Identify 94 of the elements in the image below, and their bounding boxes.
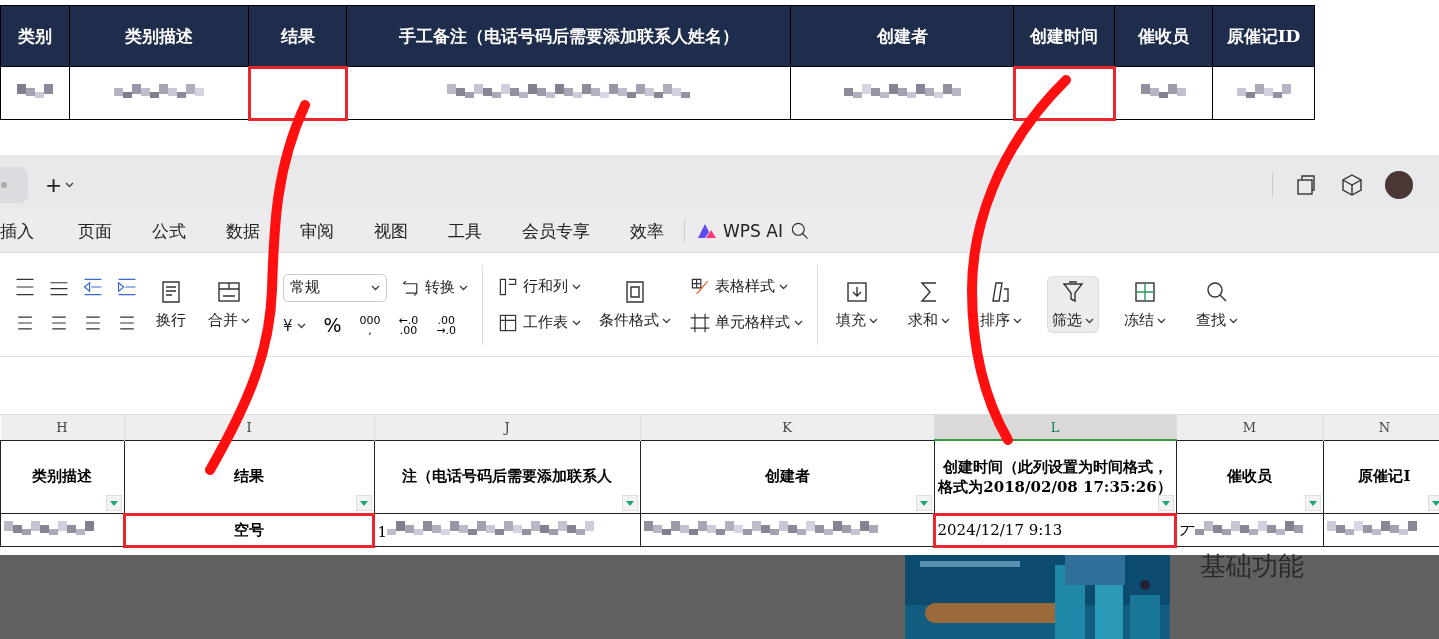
menu-tab[interactable]: 工具 bbox=[448, 219, 482, 243]
caret-icon bbox=[794, 319, 803, 326]
caret-icon bbox=[941, 317, 950, 324]
ai-label[interactable]: WPS AI bbox=[723, 221, 783, 241]
column-header: 创建者 bbox=[790, 5, 1014, 67]
column-letter[interactable]: I bbox=[124, 415, 374, 440]
toolbar-button[interactable]: 冻结 bbox=[1120, 277, 1170, 332]
column-letter[interactable]: N bbox=[1323, 415, 1439, 440]
header-cell: 注（电话号码后需要添加联系人 bbox=[374, 440, 640, 514]
caret-icon bbox=[572, 283, 581, 290]
redacted-text bbox=[17, 82, 53, 100]
filter-dropdown-icon[interactable] bbox=[915, 495, 932, 511]
caret-icon bbox=[459, 284, 468, 291]
cell-text: 1 bbox=[377, 523, 388, 541]
redacted-text bbox=[1236, 82, 1291, 100]
menu-tab[interactable]: 公式 bbox=[152, 219, 186, 243]
caret-icon bbox=[662, 317, 671, 324]
header-cell: 类别描述 bbox=[0, 440, 124, 514]
merge-button[interactable]: 合并 bbox=[204, 277, 254, 332]
caret-icon bbox=[869, 317, 878, 324]
caret-icon bbox=[371, 284, 380, 291]
avatar[interactable] bbox=[1385, 171, 1413, 199]
toolbar-button[interactable]: 排序 bbox=[976, 277, 1026, 332]
caret-icon bbox=[572, 319, 581, 326]
cell-text: 2024/12/17 9:13 bbox=[937, 521, 1063, 539]
menu-tab[interactable]: 视图 bbox=[374, 219, 408, 243]
cell-style-icon bbox=[689, 311, 711, 334]
freeze-panes-icon bbox=[1132, 279, 1158, 305]
convert-button[interactable]: 转换 bbox=[399, 276, 468, 299]
worksheet-button[interactable]: 工作表 bbox=[497, 311, 581, 334]
filter-dropdown-icon[interactable] bbox=[1157, 495, 1174, 511]
menu-tab[interactable]: 插入 bbox=[0, 219, 34, 243]
column-header: 催收员 bbox=[1114, 5, 1213, 67]
caret-icon bbox=[241, 317, 250, 324]
column-header: 类别 bbox=[0, 5, 70, 67]
new-tab-button[interactable]: + bbox=[42, 169, 66, 201]
caret-icon bbox=[296, 322, 306, 329]
column-header: 原催记ID bbox=[1212, 5, 1315, 67]
number-format-button[interactable]: % bbox=[323, 316, 342, 335]
column-letter[interactable]: L bbox=[934, 415, 1176, 440]
filter-dropdown-icon[interactable] bbox=[621, 495, 638, 511]
caret-icon bbox=[1085, 317, 1094, 324]
filter-icon bbox=[1060, 279, 1086, 305]
caret-icon bbox=[1157, 317, 1166, 324]
header-cell: 催收员 bbox=[1176, 440, 1323, 514]
menu-tab[interactable]: 审阅 bbox=[300, 219, 334, 243]
cell-style-button[interactable]: 单元格样式 bbox=[689, 311, 803, 334]
tab[interactable] bbox=[0, 167, 28, 203]
column-letter[interactable]: H bbox=[0, 415, 124, 440]
menu-tab[interactable]: 会员专享 bbox=[522, 219, 590, 243]
header-cell: 创建者 bbox=[640, 440, 934, 514]
toolbar-button[interactable]: 填充 bbox=[832, 277, 882, 332]
caret-icon bbox=[779, 283, 788, 290]
rows-columns-button[interactable]: 行和列 bbox=[497, 275, 581, 298]
cell-text: 丆 bbox=[1179, 522, 1195, 541]
column-letter[interactable]: K bbox=[640, 415, 934, 440]
section-heading: 基础功能 bbox=[1200, 550, 1304, 583]
table-style-button[interactable]: 表格样式 bbox=[689, 275, 803, 298]
caret-icon bbox=[1229, 317, 1238, 324]
number-format-button[interactable]: ←.0 .00 bbox=[398, 315, 419, 336]
wps-ai-logo-icon bbox=[697, 223, 717, 239]
number-format-button[interactable]: 000 , bbox=[359, 315, 381, 336]
column-header: 手工备注（电话号码后需要添加联系人姓名） bbox=[346, 5, 791, 67]
column-header: 结果 bbox=[248, 5, 347, 67]
filter-dropdown-icon[interactable] bbox=[355, 495, 372, 511]
caret-icon bbox=[65, 182, 75, 188]
dot-icon bbox=[0, 181, 8, 189]
number-format-dropdown[interactable]: 常规 bbox=[283, 273, 387, 302]
fill-down-icon bbox=[844, 279, 870, 305]
filter-dropdown-icon[interactable] bbox=[1304, 495, 1321, 511]
column-header: 类别描述 bbox=[69, 5, 249, 67]
conditional-format-button[interactable]: 条件格式 bbox=[595, 277, 675, 332]
filter-dropdown-icon[interactable] bbox=[1427, 495, 1439, 511]
menu-tab[interactable]: 数据 bbox=[226, 219, 260, 243]
cell-text: 空号 bbox=[234, 520, 264, 539]
column-header: 创建时间 bbox=[1013, 5, 1115, 67]
header-cell: 创建时间（此列设置为时间格式，格式为2018/02/08 17:35:26） bbox=[934, 440, 1176, 514]
menu-tab[interactable]: 页面 bbox=[78, 219, 112, 243]
redacted-text bbox=[1141, 82, 1186, 100]
header-cell: 原催记I bbox=[1323, 440, 1439, 514]
toolbar-button[interactable]: 查找 bbox=[1192, 277, 1242, 332]
merge-icon bbox=[216, 279, 242, 305]
toolbar-button[interactable]: 求和 bbox=[904, 277, 954, 332]
header-cell: 结果 bbox=[124, 440, 374, 514]
wrap-text-button[interactable]: 换行 bbox=[152, 277, 190, 332]
caret-icon bbox=[1013, 317, 1022, 324]
column-letter[interactable]: J bbox=[374, 415, 640, 440]
column-letter[interactable]: M bbox=[1176, 415, 1323, 440]
cube-icon bbox=[1339, 172, 1365, 198]
menu-tab[interactable]: 效率 bbox=[630, 219, 664, 243]
currency-button[interactable]: ¥ bbox=[283, 316, 306, 335]
toolbar-button[interactable]: 筛选 bbox=[1048, 277, 1098, 332]
filter-dropdown-icon[interactable] bbox=[105, 495, 122, 511]
number-format-button[interactable]: .00 →.0 bbox=[436, 315, 457, 336]
